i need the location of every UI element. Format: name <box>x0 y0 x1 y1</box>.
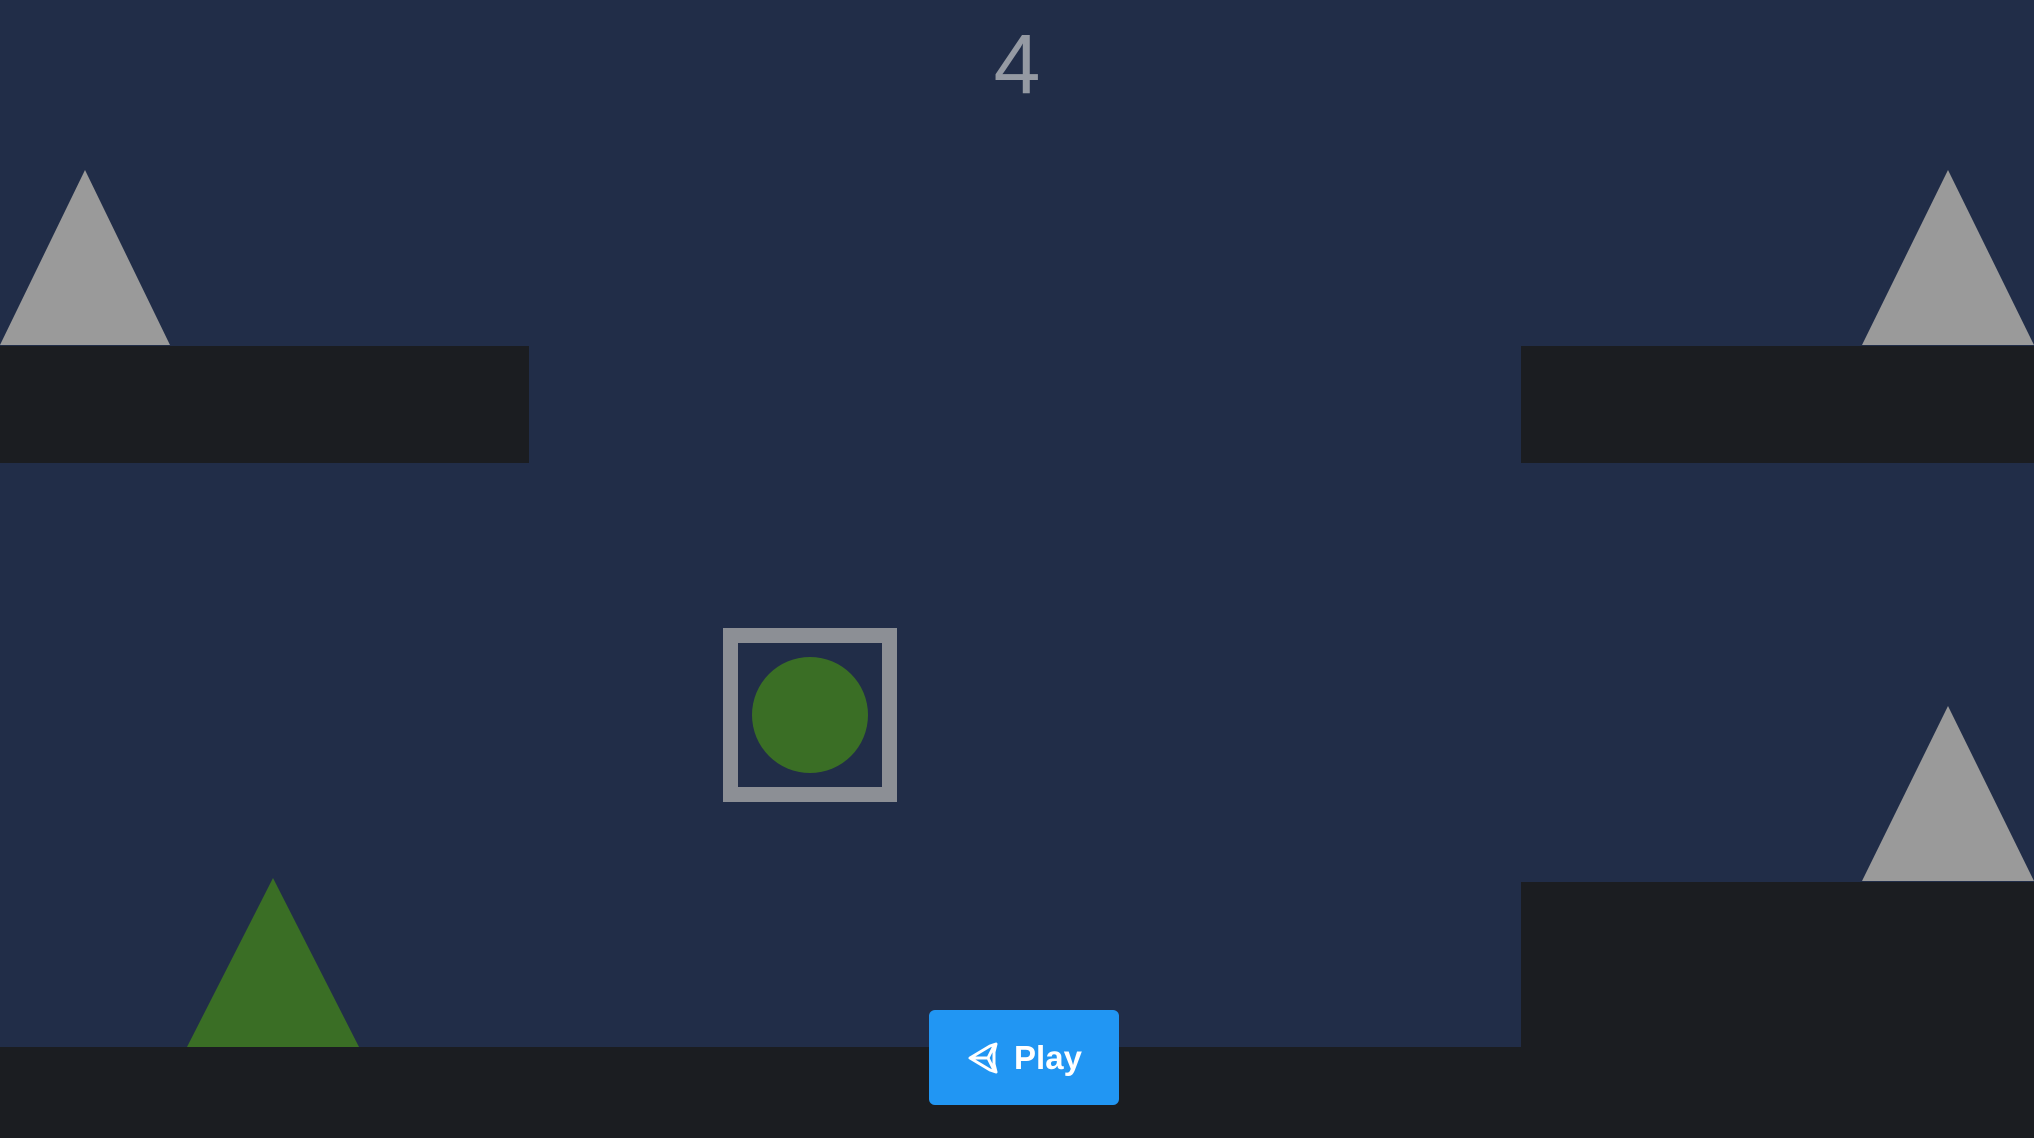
score-counter: 4 <box>993 17 1041 111</box>
platform-upper-left <box>0 346 529 463</box>
play-button-label: Play <box>1014 1038 1082 1076</box>
game-stage[interactable]: 4 Play <box>0 0 2034 1138</box>
spike-upper-left <box>0 170 170 345</box>
platform-upper-right <box>1521 346 2034 463</box>
spike-lower-right <box>1862 706 2034 881</box>
spike-upper-right <box>1862 170 2034 345</box>
play-button[interactable]: Play <box>929 1010 1119 1105</box>
player-cube <box>723 628 897 802</box>
unity-logo-icon <box>966 1040 1002 1076</box>
spike-green <box>187 878 359 1047</box>
player-ball <box>752 657 868 773</box>
